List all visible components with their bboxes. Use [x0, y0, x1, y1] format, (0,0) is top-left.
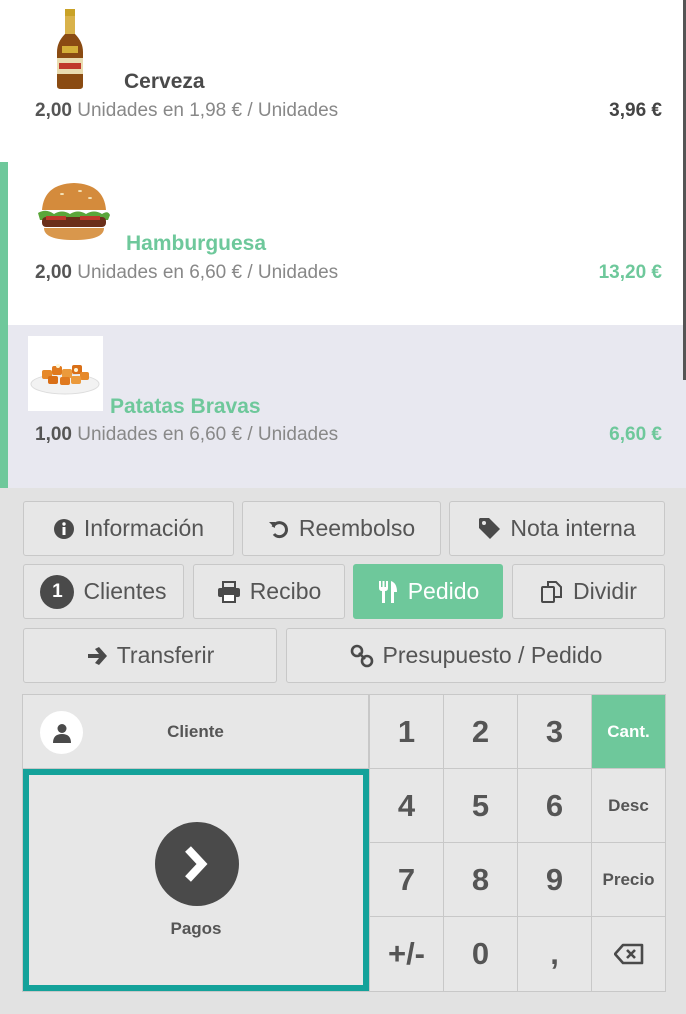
numpad-key-6[interactable]: 6	[517, 769, 591, 843]
split-label: Dividir	[573, 578, 637, 604]
copy-icon	[541, 580, 563, 603]
split-button[interactable]: Dividir	[512, 564, 665, 619]
numpad-key-2[interactable]: 2	[443, 695, 517, 769]
orderline-name: Cerveza	[124, 70, 205, 93]
numpad-key-5[interactable]: 5	[443, 769, 517, 843]
guests-label: Clientes	[83, 578, 167, 604]
refund-button[interactable]: Reembolso	[242, 501, 441, 556]
numpad-key-8[interactable]: 8	[443, 843, 517, 917]
numpad-key-7[interactable]: 7	[369, 843, 443, 917]
numpad-key-3[interactable]: 3	[517, 695, 591, 769]
orderline-name: Patatas Bravas	[110, 395, 261, 418]
orderline-cerveza[interactable]: Cerveza 2,00 Unidades en 1,98 € / Unidad…	[0, 0, 686, 162]
arrow-right-icon	[87, 646, 107, 665]
orderline-hamburguesa[interactable]: Hamburguesa 2,00 Unidades en 6,60 € / Un…	[0, 162, 686, 325]
guests-button[interactable]: 1 Clientes	[23, 564, 184, 619]
user-icon	[52, 723, 71, 743]
guests-count-badge: 1	[40, 574, 75, 609]
user-avatar-icon	[40, 711, 83, 754]
numpad-panel: Cliente Pagos 1 2 3 Cant. 4 5 6 Desc 7 8…	[22, 694, 666, 992]
numpad-key-4[interactable]: 4	[369, 769, 443, 843]
internal-note-button[interactable]: Nota interna	[449, 501, 665, 556]
undo-icon	[268, 520, 288, 538]
orderline-info: 1,00 Unidades en 6,60 € / Unidades	[35, 424, 339, 445]
mode-price-button[interactable]: Precio	[591, 843, 665, 917]
numpad-key-1[interactable]: 1	[369, 695, 443, 769]
refund-label: Reembolso	[298, 515, 416, 541]
beer-bottle-image	[57, 9, 83, 89]
bill-label: Recibo	[249, 578, 322, 604]
link-icon	[350, 644, 373, 667]
numpad-key-comma[interactable]: ,	[517, 917, 591, 991]
chevron-right-icon	[155, 822, 239, 906]
transfer-label: Transferir	[116, 642, 215, 668]
backspace-button[interactable]	[591, 917, 665, 991]
backspace-icon	[613, 943, 643, 965]
numpad-key-0[interactable]: 0	[443, 917, 517, 991]
tag-icon	[479, 518, 501, 539]
mode-discount-button[interactable]: Desc	[591, 769, 665, 843]
mode-quantity-button[interactable]: Cant.	[591, 695, 665, 769]
set-customer-button[interactable]: Cliente	[23, 695, 369, 769]
orderline-name: Hamburguesa	[126, 232, 267, 255]
quotation-order-button[interactable]: Presupuesto / Pedido	[286, 628, 666, 683]
customer-label: Cliente	[167, 721, 224, 741]
quotation-order-label: Presupuesto / Pedido	[382, 642, 603, 668]
numpad-key-plus-minus[interactable]: +/-	[369, 917, 443, 991]
info-icon	[53, 518, 74, 539]
cutlery-icon	[378, 580, 397, 603]
payment-button[interactable]: Pagos	[23, 769, 369, 991]
printer-icon	[217, 580, 240, 603]
payment-label: Pagos	[170, 919, 222, 938]
orderline-info: 2,00 Unidades en 1,98 € / Unidades	[35, 100, 339, 121]
bill-button[interactable]: Recibo	[193, 564, 345, 619]
info-label: Información	[83, 515, 205, 541]
info-button[interactable]: Información	[23, 501, 234, 556]
burger-image	[38, 183, 110, 240]
orderline-price: 13,20 €	[598, 262, 662, 283]
order-label: Pedido	[407, 578, 480, 604]
orderlines-panel: Cerveza 2,00 Unidades en 1,98 € / Unidad…	[0, 0, 686, 488]
numpad-key-9[interactable]: 9	[517, 843, 591, 917]
order-button[interactable]: Pedido	[353, 564, 503, 619]
orderline-price: 6,60 €	[609, 424, 662, 445]
patatas-bravas-image	[28, 336, 103, 411]
orderline-patatas-bravas[interactable]: Patatas Bravas 1,00 Unidades en 6,60 € /…	[0, 325, 686, 488]
transfer-button[interactable]: Transferir	[23, 628, 277, 683]
orderline-price: 3,96 €	[609, 100, 662, 121]
orderline-info: 2,00 Unidades en 6,60 € / Unidades	[35, 262, 339, 283]
internal-note-label: Nota interna	[510, 515, 636, 541]
